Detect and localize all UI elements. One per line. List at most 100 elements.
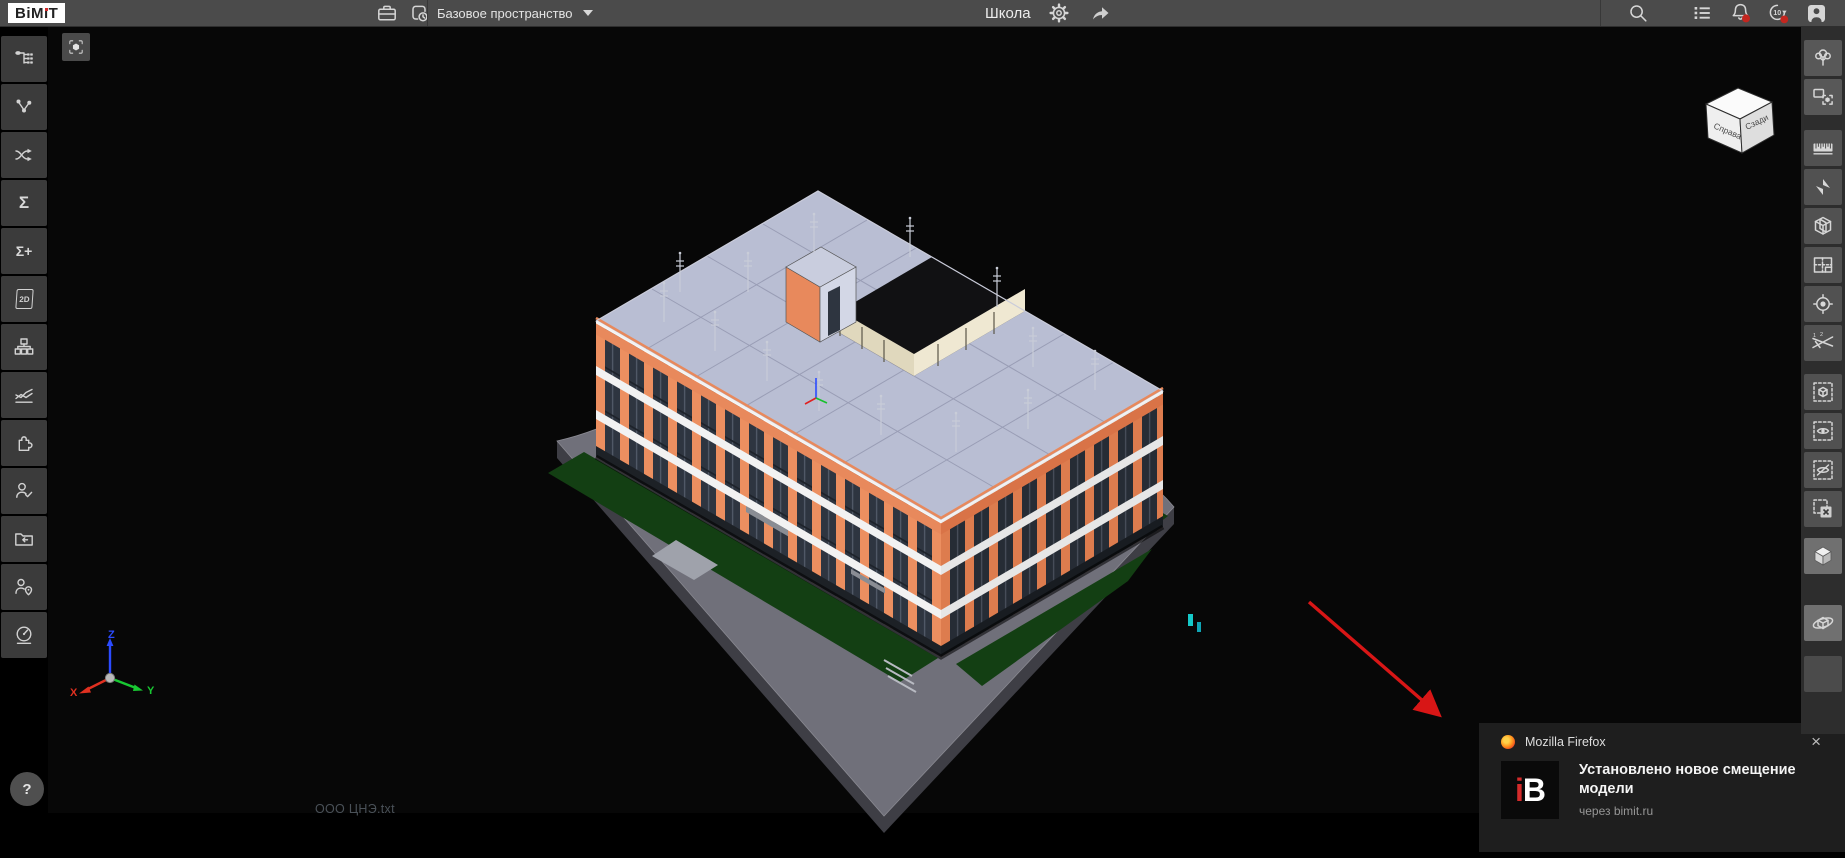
tool-person-location-button[interactable] [1, 564, 47, 610]
tool-line-chart-button[interactable] [1, 372, 47, 418]
axes-label-2: 2 [1820, 332, 1823, 338]
folder-share-icon [13, 528, 35, 550]
list-icon [1692, 3, 1712, 23]
tool-plugins-button[interactable] [1, 420, 47, 466]
axes-lines-icon: 1 2 [1811, 331, 1835, 355]
tool-graph-nodes-button[interactable] [1, 84, 47, 130]
tool-isolate-button[interactable] [1804, 374, 1842, 410]
page-title: Школа [985, 5, 1031, 22]
tool-hide-button[interactable] [1804, 452, 1842, 488]
tool-clip-box-button[interactable] [1804, 208, 1842, 244]
floorplan-icon [1811, 253, 1835, 277]
tool-person-check-button[interactable] [1, 468, 47, 514]
tool-show-button[interactable] [1804, 413, 1842, 449]
flip-section-icon [1811, 175, 1835, 199]
clear-selection-icon [1811, 497, 1835, 521]
structure-tree-icon [13, 48, 35, 70]
notification-body: iB Установлено новое смещение модели чер… [1501, 761, 1825, 819]
org-chart-icon [13, 336, 35, 358]
briefcase-button[interactable] [372, 0, 402, 26]
notification-close-button[interactable]: × [1805, 731, 1827, 753]
bimit-logo[interactable]: BiMıT [8, 3, 65, 23]
history-icon: 10 [1767, 2, 1791, 25]
right-toolbar: 1 2 [1801, 26, 1845, 734]
search-button[interactable] [1624, 0, 1652, 26]
left-toolbar: Σ Σ+ 2D [0, 26, 48, 858]
clip-box-icon [1811, 214, 1835, 238]
tool-2d-doc-button[interactable]: 2D [1, 276, 47, 322]
doc-2d-icon: 2D [15, 289, 33, 309]
tool-solid-cube-button[interactable] [1804, 538, 1842, 574]
solid-cube-icon [1811, 544, 1835, 568]
tool-gauge-button[interactable] [1, 612, 47, 658]
tool-axes-lines-button[interactable]: 1 2 [1804, 325, 1842, 361]
briefcase-icon [376, 3, 398, 23]
share-icon [1089, 3, 1113, 23]
logo-red-dot [45, 8, 48, 11]
bell-red-badge [1742, 14, 1750, 22]
tool-clash-shuffle-button[interactable] [1, 132, 47, 178]
sigma-icon: Σ [19, 193, 29, 213]
tool-sigma-button[interactable]: Σ [1, 180, 47, 226]
account-icon [1806, 3, 1827, 24]
settings-gear-icon [1049, 3, 1069, 23]
topbar: BiMıT Базовое пространство Школа [0, 0, 1845, 27]
workspace-label: Базовое пространство [437, 6, 573, 21]
tool-target-button[interactable] [1804, 286, 1842, 322]
hide-eye-icon [1811, 458, 1835, 482]
axis-x-label: X [70, 687, 78, 699]
notification-header: Mozilla Firefox [1501, 735, 1825, 749]
axis-gizmo: Z X Y [62, 628, 158, 702]
tool-folder-share-button[interactable] [1, 516, 47, 562]
account-button[interactable] [1802, 0, 1830, 26]
settings-button[interactable] [1047, 0, 1071, 26]
plugins-puzzle-icon [13, 432, 35, 454]
show-eye-icon [1811, 419, 1835, 443]
logo-text: BiM [15, 5, 44, 22]
notification-source: через bimit.ru [1579, 804, 1811, 818]
firefox-notification[interactable]: Mozilla Firefox × iB Установлено новое с… [1479, 723, 1845, 852]
notifications-button[interactable] [1727, 0, 1755, 26]
share-button[interactable] [1087, 0, 1115, 26]
sigma-plus-icon: Σ+ [16, 243, 33, 259]
workspace-dropdown[interactable]: Базовое пространство [437, 0, 573, 26]
tool-sigma-plus-button[interactable]: Σ+ [1, 228, 47, 274]
model-viewport-canvas[interactable] [48, 26, 1801, 813]
view-cube[interactable]: Справа Сзади [1698, 78, 1780, 156]
fit-view-button[interactable] [62, 33, 90, 61]
axis-z-label: Z [108, 629, 115, 641]
tool-selection-focus-button[interactable] [1804, 79, 1842, 115]
graph-nodes-icon [13, 96, 35, 118]
tool-orbit-button[interactable] [1804, 605, 1842, 641]
notifications-bell-icon [1730, 2, 1752, 24]
selection-focus-icon [1811, 85, 1835, 109]
logo-red-i: ı [44, 5, 49, 22]
tool-ruler-button[interactable] [1804, 130, 1842, 166]
history-count-label: 10 [1773, 10, 1781, 17]
tool-clear-selection-button[interactable] [1804, 491, 1842, 527]
tool-floorplan-button[interactable] [1804, 247, 1842, 283]
focus-hexagon-icon [68, 36, 84, 58]
history-button[interactable]: 10 [1764, 0, 1794, 26]
tool-structure-tree-button[interactable] [1, 36, 47, 82]
tool-tree-plant-button[interactable] [1804, 40, 1842, 76]
ruler-icon [1811, 136, 1835, 160]
history-red-badge [1780, 15, 1788, 23]
workspace-caret-button[interactable] [578, 0, 598, 26]
isolate-cube-icon [1811, 380, 1835, 404]
tool-org-chart-button[interactable] [1, 324, 47, 370]
download-overlay-text: ООО ЦНЭ.txt [315, 802, 395, 816]
gauge-icon [13, 624, 35, 646]
tool-empty-button[interactable] [1804, 656, 1842, 692]
target-icon [1811, 292, 1835, 316]
axis-y-label: Y [147, 685, 155, 697]
tool-flip-section-button[interactable] [1804, 169, 1842, 205]
firefox-logo-icon [1501, 735, 1515, 749]
tree-plant-icon [1811, 46, 1835, 70]
topbar-separator-right [1600, 0, 1601, 26]
notification-app-name: Mozilla Firefox [1525, 735, 1606, 749]
shield-clock-button[interactable] [404, 0, 434, 26]
list-button[interactable] [1688, 0, 1716, 26]
person-check-icon [13, 480, 35, 502]
notification-title: Установлено новое смещение модели [1579, 761, 1811, 799]
